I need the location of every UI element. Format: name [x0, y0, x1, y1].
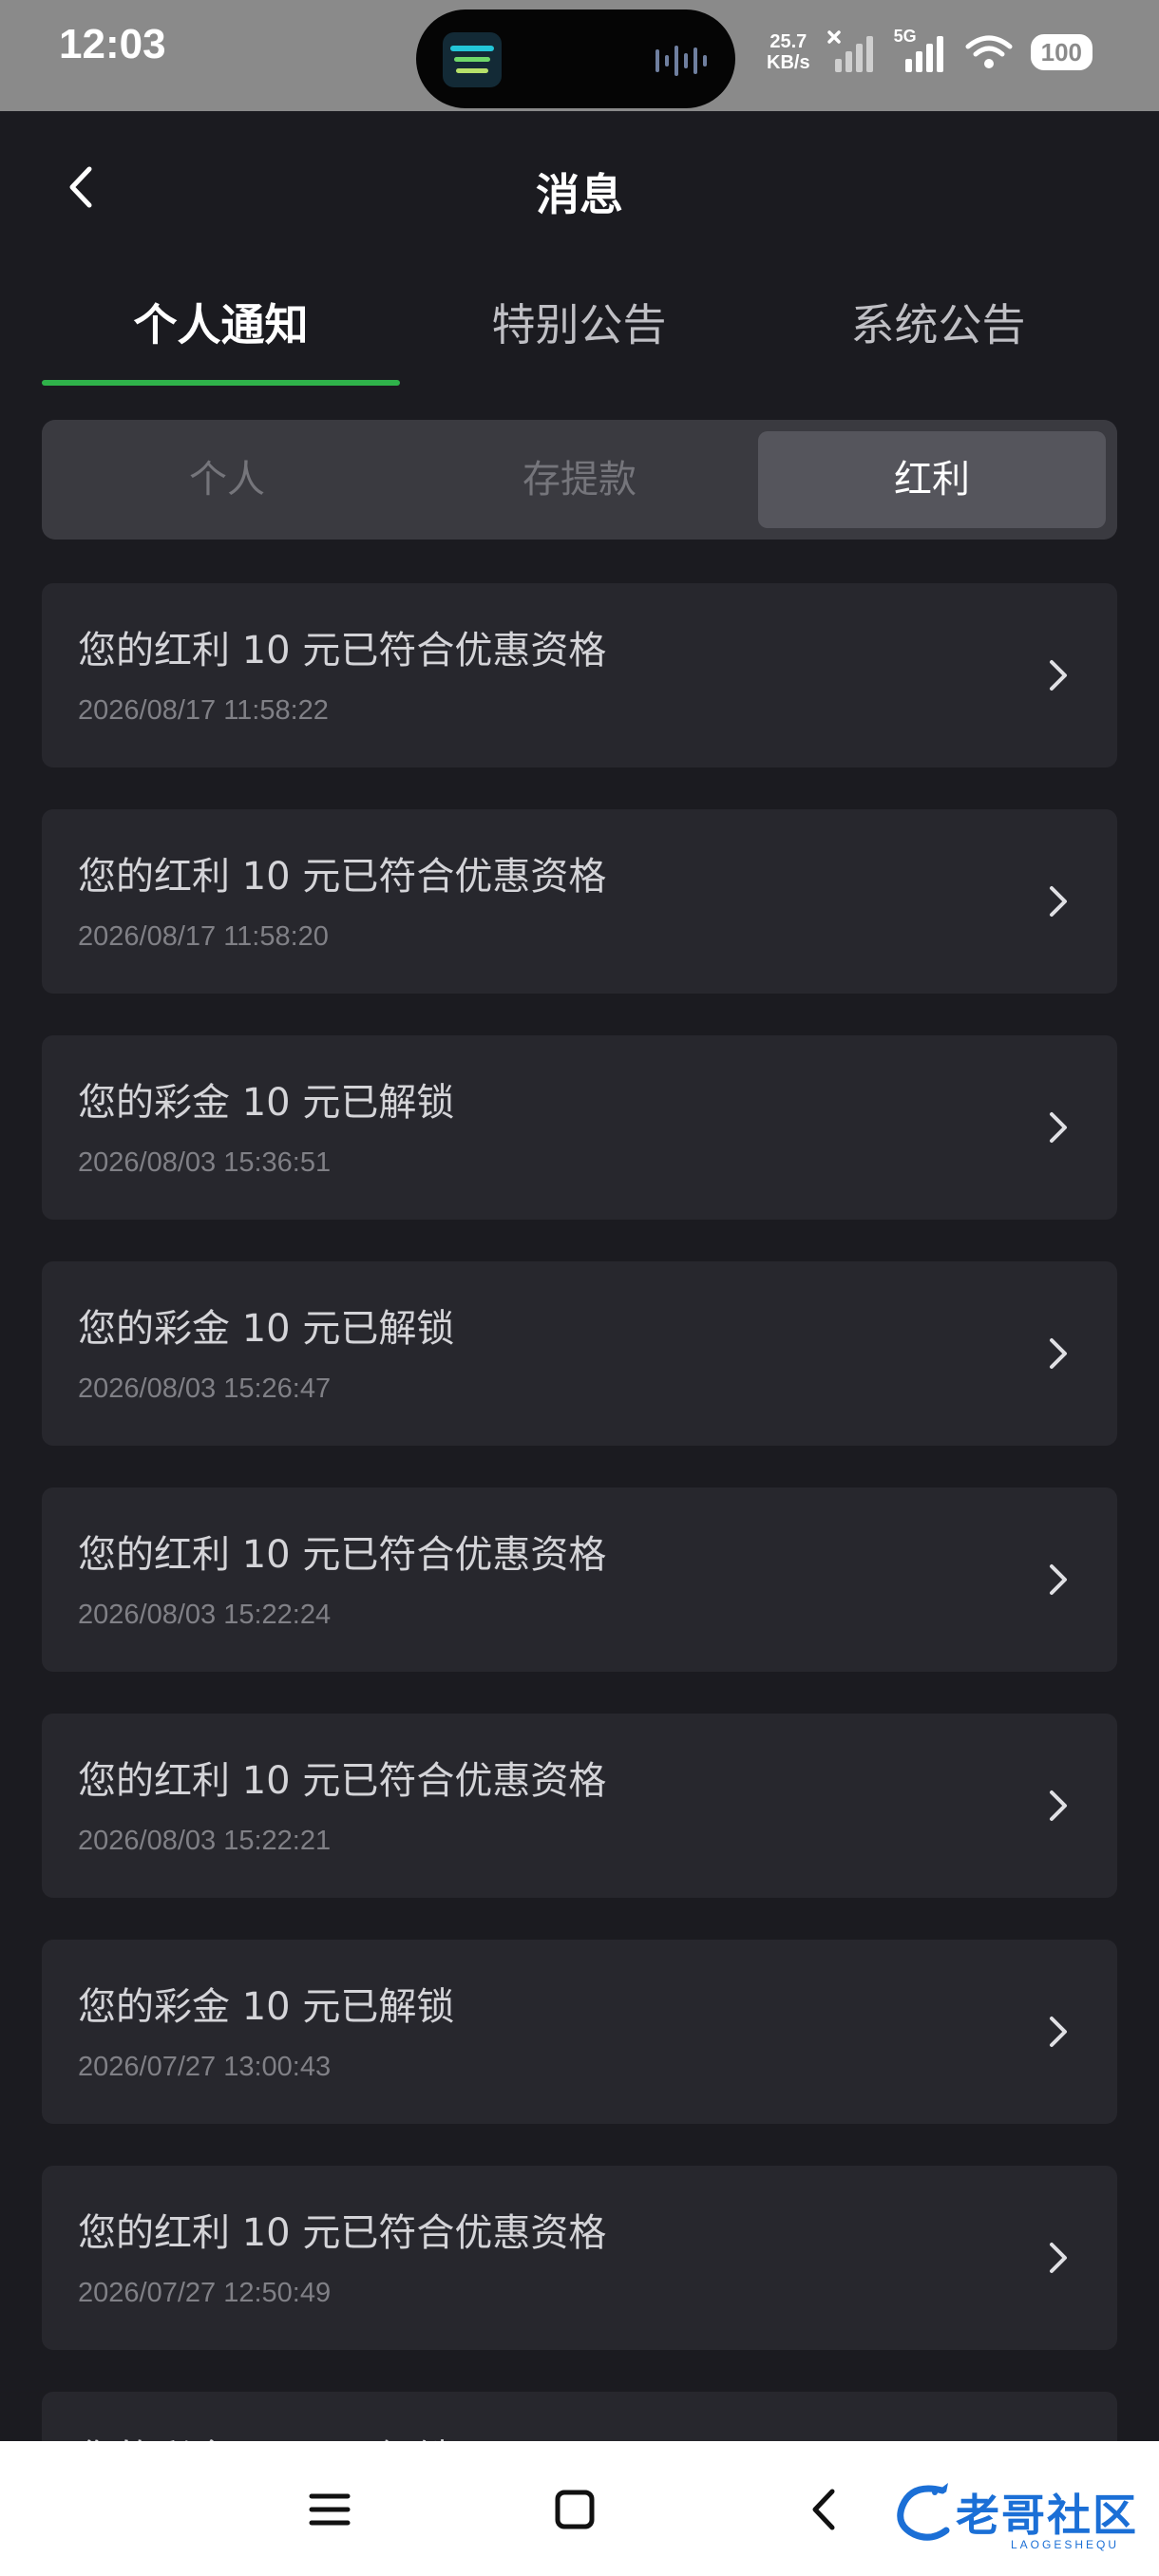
message-time: 2026/08/17 11:58:20 — [78, 921, 329, 952]
message-time: 2026/08/17 11:58:22 — [78, 695, 329, 726]
home-button[interactable] — [542, 2479, 608, 2540]
menu-icon — [309, 2493, 351, 2526]
signal-5g: 5G — [894, 27, 947, 74]
segment-bonus[interactable]: 红利 — [758, 431, 1106, 528]
net-speed: 25.7 KB/s — [767, 31, 810, 73]
segment-deposit-withdraw[interactable]: 存提款 — [406, 431, 753, 528]
chevron-right-icon — [1050, 1790, 1067, 1821]
message-item[interactable]: 您的红利 10 元已符合优惠资格 2026/08/03 15:22:21 — [42, 1714, 1117, 1898]
chevron-right-icon — [1050, 1338, 1067, 1369]
header: 消息 — [0, 111, 1159, 271]
dragon-logo-icon — [897, 2483, 950, 2541]
tab-personal-notice[interactable]: 个人通知 — [42, 285, 400, 386]
category-segmented-control: 个人 存提款 红利 — [42, 420, 1117, 540]
message-item[interactable]: 您的红利 10 元已符合优惠资格 2026/07/27 12:50:49 — [42, 2166, 1117, 2350]
status-icons: 25.7 KB/s 5G 100 — [767, 19, 1092, 85]
message-item[interactable]: 您的红利 10 元已符合优惠资格 2026/08/03 15:22:24 — [42, 1487, 1117, 1672]
message-title: 您的红利 10 元已符合优惠资格 — [78, 629, 607, 672]
message-time: 2026/07/27 13:00:43 — [78, 2052, 332, 2082]
battery-indicator: 100 — [1030, 34, 1092, 70]
message-title: 您的红利 10 元已符合优惠资格 — [78, 855, 607, 899]
message-title: 您的彩金 10 元已解锁 — [78, 1081, 455, 1125]
message-item[interactable]: 您的彩金 10 元已解锁 2026/08/03 15:26:47 — [42, 1261, 1117, 1446]
status-time: 12:03 — [59, 21, 166, 67]
media-thumbnail — [443, 32, 502, 87]
square-home-icon — [555, 2490, 595, 2529]
audio-wave-icon — [656, 46, 707, 76]
chevron-right-icon — [1050, 660, 1067, 691]
signal-no-service-icon — [826, 30, 873, 72]
tab-bar: 个人通知 特别公告 系统公告 — [42, 285, 1117, 386]
chevron-right-icon — [1050, 1564, 1067, 1595]
message-item[interactable]: 您的红利 10 元已符合优惠资格 2026/08/17 11:58:22 — [42, 583, 1117, 767]
tab-special-announcement[interactable]: 特别公告 — [400, 285, 758, 386]
message-title: 您的彩金 10 元已解锁 — [78, 1985, 455, 2029]
page-title: 消息 — [536, 169, 623, 220]
message-time: 2026/08/03 15:22:24 — [78, 1600, 332, 1630]
chevron-left-icon — [812, 2489, 835, 2530]
message-title: 您的彩金 10 元已解锁 — [78, 1307, 455, 1351]
message-time: 2026/08/03 15:36:51 — [78, 1147, 332, 1178]
recent-apps-button[interactable] — [296, 2479, 363, 2540]
system-navigation-bar: 老哥社区 LAOGESHEQU — [0, 2441, 1159, 2576]
message-title: 您的红利 10 元已符合优惠资格 — [78, 1533, 607, 1577]
signal-bars-icon — [904, 36, 943, 72]
back-nav-button[interactable] — [790, 2479, 857, 2540]
chevron-right-icon — [1050, 2017, 1067, 2047]
active-tab-indicator — [42, 380, 400, 386]
message-item[interactable]: 您的红利 10 元已符合优惠资格 2026/08/17 11:58:20 — [42, 809, 1117, 994]
message-item[interactable]: 您的彩金 10 元已解锁 2026/08/03 15:36:51 — [42, 1035, 1117, 1220]
wifi-icon — [965, 35, 1013, 68]
chevron-right-icon — [1050, 1112, 1067, 1143]
watermark-text: 老哥社区 — [956, 2490, 1138, 2541]
message-title: 您的红利 10 元已符合优惠资格 — [78, 2211, 607, 2255]
watermark-logo: 老哥社区 LAOGESHEQU — [893, 2470, 1142, 2555]
chevron-right-icon — [1050, 886, 1067, 917]
message-title: 您的红利 10 元已符合优惠资格 — [78, 1759, 607, 1803]
segment-personal[interactable]: 个人 — [53, 431, 401, 528]
message-item[interactable]: 您的彩金 10 元已解锁 2026/07/27 13:00:43 — [42, 1940, 1117, 2124]
watermark-subtext: LAOGESHEQU — [1010, 2538, 1119, 2551]
message-time: 2026/08/03 15:22:21 — [78, 1826, 332, 1856]
dynamic-island — [416, 9, 735, 108]
chevron-right-icon — [1050, 2243, 1067, 2273]
message-time: 2026/07/27 12:50:49 — [78, 2278, 332, 2308]
status-bar: 12:03 25.7 KB/s 5G 100 — [0, 0, 1159, 111]
tab-system-announcement[interactable]: 系统公告 — [759, 285, 1117, 386]
message-time: 2026/08/03 15:26:47 — [78, 1373, 332, 1404]
